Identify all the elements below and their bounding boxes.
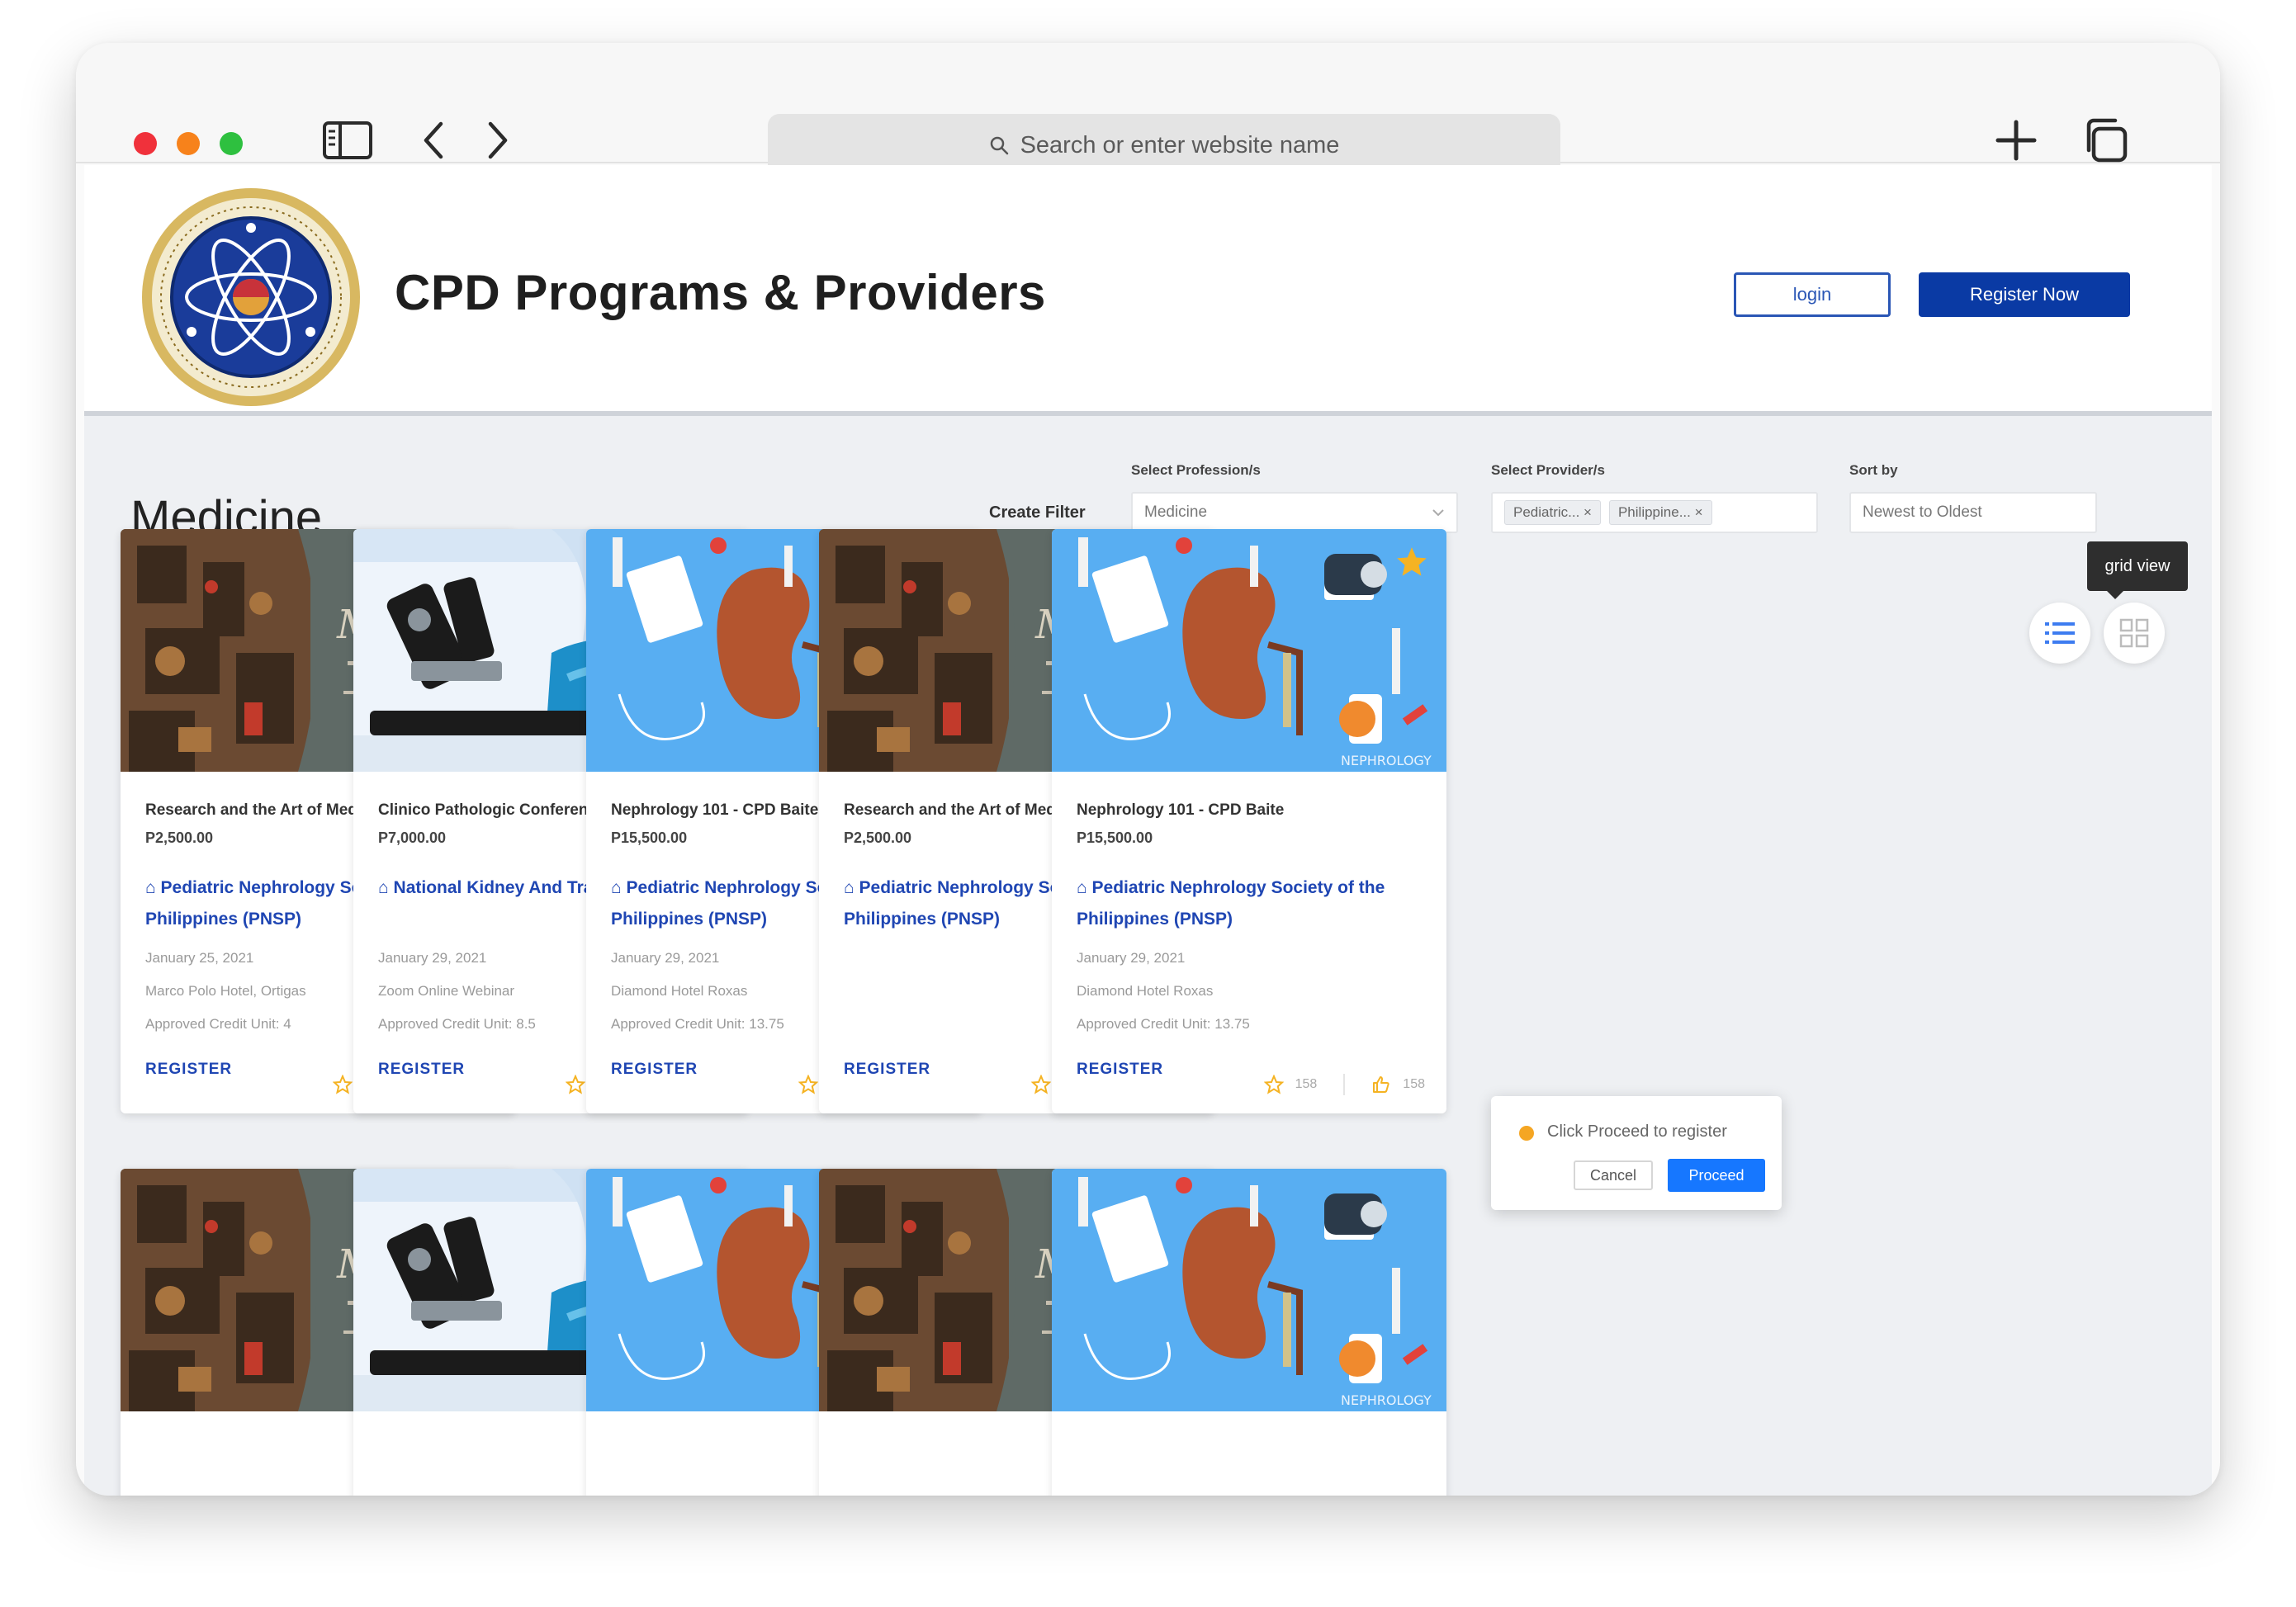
tab-overview-icon[interactable] — [2081, 117, 2130, 163]
profession-select-value: Medicine — [1144, 503, 1208, 521]
card-credits: Approved Credit Unit: 13.75 — [1077, 1016, 1250, 1032]
card-register-link[interactable]: REGISTER — [145, 1061, 232, 1079]
provider-icon: ⌂ — [145, 878, 156, 897]
grid-view-tooltip: grid view — [2087, 541, 2188, 599]
browser-toolbar: Search or enter website name — [76, 43, 2220, 177]
provider-icon: ⌂ — [1077, 878, 1087, 897]
back-icon[interactable] — [414, 117, 451, 163]
close-window-button[interactable] — [134, 132, 157, 155]
profession-select[interactable]: Medicine — [1131, 492, 1458, 533]
login-button[interactable]: login — [1734, 272, 1891, 317]
warning-icon — [1519, 1126, 1534, 1141]
star-outline-icon — [332, 1075, 353, 1094]
minimize-window-button[interactable] — [177, 132, 200, 155]
card-provider-name: Pediatric Nephrology Society of the Phil… — [1077, 878, 1385, 929]
forward-icon[interactable] — [481, 117, 517, 163]
sort-label: Sort by — [1849, 462, 1898, 478]
provider-chip[interactable]: Pediatric... × — [1504, 500, 1601, 525]
provider-icon: ⌂ — [844, 878, 854, 897]
favorite-count: 158 — [1295, 1077, 1318, 1091]
provider-chip[interactable]: Philippine... × — [1608, 500, 1712, 525]
popover-proceed-button[interactable]: Proceed — [1668, 1159, 1765, 1192]
sort-select[interactable]: Newest to Oldest — [1849, 492, 2097, 533]
browser-window: Search or enter website name CPD Program… — [76, 43, 2220, 1496]
card-register-link[interactable]: REGISTER — [378, 1061, 465, 1079]
web-page: CPD Programs & Providers login Register … — [84, 165, 2212, 1496]
profession-filter-label: Select Profession/s — [1131, 462, 1261, 478]
popover-message: Click Proceed to register — [1547, 1123, 1727, 1141]
list-icon — [2045, 622, 2075, 644]
register-confirm-popover: Click Proceed to register Cancel Proceed — [1491, 1096, 1782, 1210]
card-date: January 29, 2021 — [1077, 950, 1186, 966]
grid-icon — [2119, 618, 2149, 648]
star-outline-icon — [1263, 1075, 1284, 1094]
nephrology-label: NEPHROLOGY — [1341, 753, 1432, 768]
provider-select[interactable]: Pediatric... × Philippine... × — [1491, 492, 1818, 533]
nephrology-image: NEPHROLOGY — [1052, 1169, 1446, 1411]
stats-divider — [1343, 1074, 1346, 1095]
list-view-button[interactable] — [2029, 603, 2090, 664]
nephrology-image: NEPHROLOGY — [1052, 529, 1446, 772]
card-venue: Diamond Hotel Roxas — [1077, 983, 1214, 999]
thumbs-up-icon — [1373, 1076, 1389, 1093]
new-tab-icon[interactable] — [1991, 117, 2041, 163]
page-title: CPD Programs & Providers — [395, 265, 1046, 320]
card-register-link[interactable]: REGISTER — [1077, 1061, 1163, 1079]
sort-select-value: Newest to Oldest — [1863, 503, 1982, 521]
favorite-star-icon[interactable] — [1397, 547, 1427, 577]
site-header: CPD Programs & Providers login Register … — [84, 165, 2212, 416]
star-outline-icon — [565, 1075, 585, 1094]
card-stats: 158 158 — [1263, 1074, 1425, 1095]
card-provider-link[interactable]: ⌂ Pediatric Nephrology Society of the Ph… — [1077, 872, 1432, 942]
like-count: 158 — [1403, 1077, 1425, 1091]
program-card[interactable]: NEPHROLOGY — [1052, 1169, 1446, 1496]
nephrology-label: NEPHROLOGY — [1341, 1392, 1432, 1408]
create-filter-label: Create Filter — [989, 503, 1086, 522]
star-outline-icon — [798, 1075, 818, 1094]
star-outline-icon — [1030, 1075, 1051, 1094]
provider-icon: ⌂ — [611, 878, 622, 897]
card-body: Nephrology 101 - CPD Baite P15,500.00 ⌂ … — [1077, 801, 1432, 1041]
popover-cancel-button[interactable]: Cancel — [1574, 1160, 1653, 1190]
maximize-window-button[interactable] — [220, 132, 243, 155]
card-price: P15,500.00 — [1077, 829, 1153, 846]
search-icon — [990, 136, 1008, 155]
chevron-down-icon — [1432, 509, 1444, 517]
sidebar-toggle-icon[interactable] — [322, 117, 373, 163]
address-placeholder: Search or enter website name — [1020, 131, 1340, 158]
card-title: Nephrology 101 - CPD Baite — [1077, 801, 1285, 819]
grid-view-button[interactable] — [2104, 603, 2165, 664]
provider-filter-label: Select Provider/s — [1491, 462, 1605, 478]
card-register-link[interactable]: REGISTER — [844, 1061, 930, 1079]
program-card[interactable]: NEPHROLOGY Nephrology 101 - CPD Baite P1… — [1052, 529, 1446, 1113]
card-register-link[interactable]: REGISTER — [611, 1061, 698, 1079]
provider-icon: ⌂ — [378, 878, 389, 897]
prc-seal-logo — [142, 188, 360, 406]
register-now-button[interactable]: Register Now — [1919, 272, 2130, 317]
